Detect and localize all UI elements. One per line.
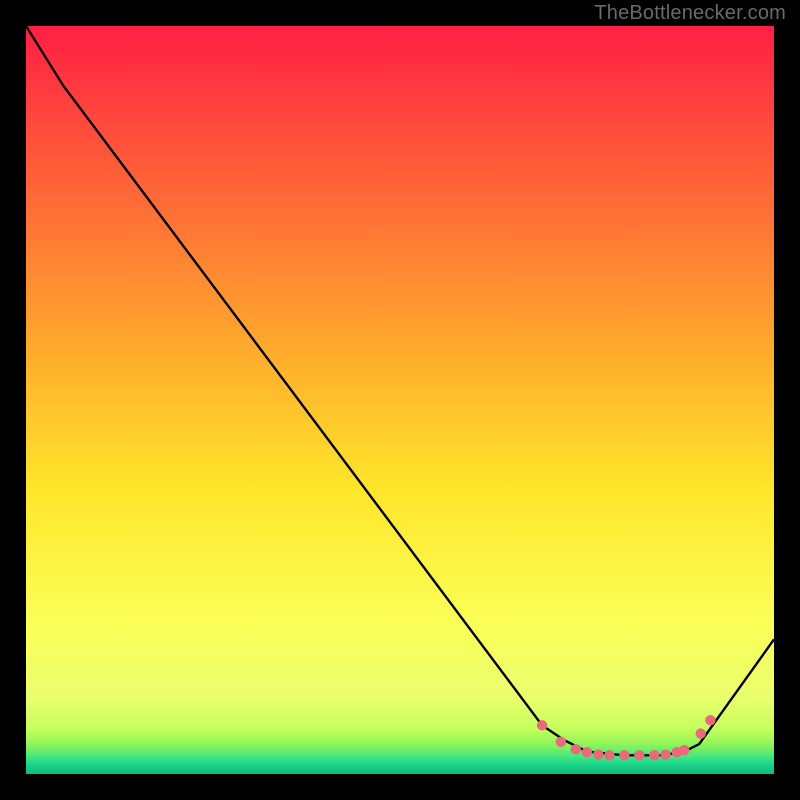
marker-dot [649,750,659,760]
attribution-label: TheBottlenecker.com [594,2,786,25]
marker-dot [705,715,715,725]
marker-dot [660,749,670,759]
marker-dot [679,745,689,755]
gradient-background [26,26,774,774]
plot-area [26,26,774,774]
marker-dot [604,750,614,760]
chart-container: TheBottlenecker.com [0,0,800,800]
marker-dot [634,750,644,760]
marker-dot [696,728,706,738]
marker-dot [556,737,566,747]
marker-dot [537,720,547,730]
marker-dot [593,749,603,759]
marker-dot [619,750,629,760]
marker-dot [582,747,592,757]
chart-svg [26,26,774,774]
marker-dot [571,744,581,754]
